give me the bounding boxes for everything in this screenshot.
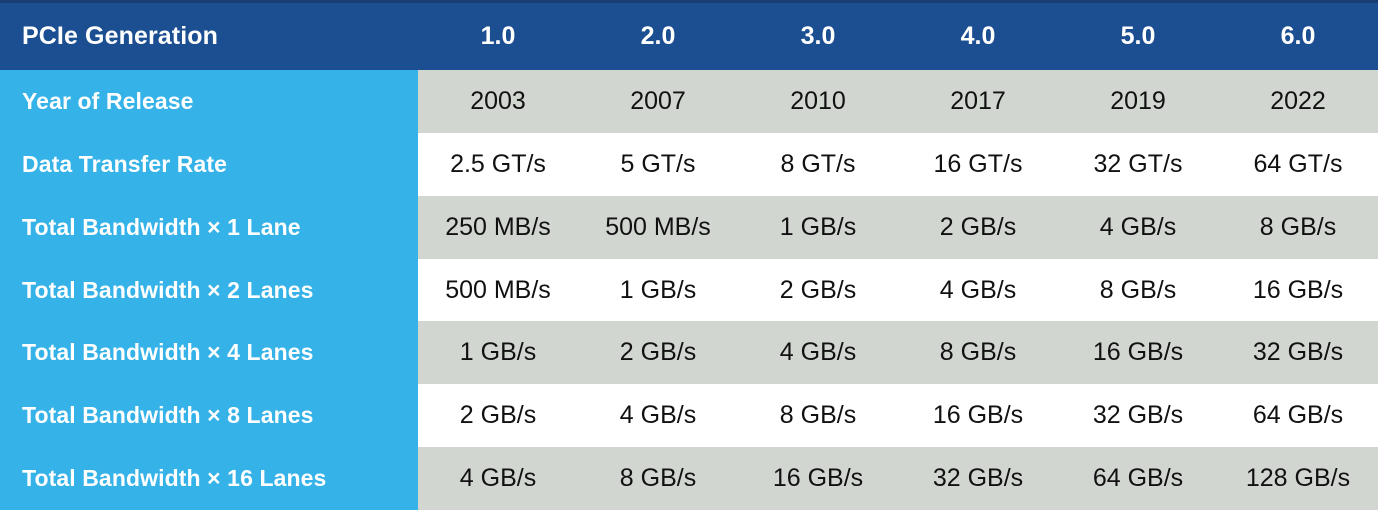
table-row: 1 GB/s 2 GB/s 4 GB/s 8 GB/s 16 GB/s 32 G… xyxy=(418,321,1378,385)
cell-bandwidth-2-lanes-gen-6: 16 GB/s xyxy=(1252,275,1344,304)
cell-bandwidth-8-lanes-gen-6: 64 GB/s xyxy=(1252,401,1344,430)
cell-data-transfer-rate-gen-5: 32 GT/s xyxy=(1093,149,1183,178)
cell-bandwidth-2-lanes-gen-5: 8 GB/s xyxy=(1099,275,1177,304)
cell-data-transfer-rate-gen-2: 5 GT/s xyxy=(620,149,696,178)
table-body: 2003 2007 2010 2017 2019 2022 2.5 GT/s 5… xyxy=(418,70,1378,510)
cell-year-of-release-gen-5: 2019 xyxy=(1110,86,1166,115)
cell-bandwidth-4-lanes-gen-4: 8 GB/s xyxy=(939,338,1017,367)
cell-data-transfer-rate-gen-6: 64 GT/s xyxy=(1253,149,1343,178)
table-row: 2.5 GT/s 5 GT/s 8 GT/s 16 GT/s 32 GT/s 6… xyxy=(418,132,1378,196)
column-header-gen-4: 4.0 xyxy=(960,22,996,50)
cell-bandwidth-16-lanes-gen-4: 32 GB/s xyxy=(932,464,1024,493)
cell-bandwidth-16-lanes-gen-3: 16 GB/s xyxy=(772,464,864,493)
cell-bandwidth-1-lane-gen-4: 2 GB/s xyxy=(939,212,1017,241)
row-label-year-of-release: Year of Release xyxy=(22,87,194,114)
table-row: 2 GB/s 4 GB/s 8 GB/s 16 GB/s 32 GB/s 64 … xyxy=(418,384,1378,448)
cell-bandwidth-2-lanes-gen-2: 1 GB/s xyxy=(619,275,697,304)
cell-bandwidth-4-lanes-gen-3: 4 GB/s xyxy=(779,338,857,367)
row-label-bandwidth-1-lane: Total Bandwidth × 1 Lane xyxy=(22,213,301,240)
cell-bandwidth-16-lanes-gen-1: 4 GB/s xyxy=(459,464,537,493)
column-header-gen-5: 5.0 xyxy=(1120,22,1156,50)
cell-bandwidth-2-lanes-gen-3: 2 GB/s xyxy=(779,275,857,304)
row-label-bandwidth-16-lanes: Total Bandwidth × 16 Lanes xyxy=(22,465,327,492)
cell-bandwidth-8-lanes-gen-4: 16 GB/s xyxy=(932,401,1024,430)
row-label-bandwidth-4-lanes: Total Bandwidth × 4 Lanes xyxy=(22,339,314,366)
cell-bandwidth-8-lanes-gen-1: 2 GB/s xyxy=(459,401,537,430)
cell-data-transfer-rate-gen-4: 16 GT/s xyxy=(933,149,1023,178)
row-label-column: Year of Release Data Transfer Rate Total… xyxy=(0,70,418,510)
table-row: 500 MB/s 1 GB/s 2 GB/s 4 GB/s 8 GB/s 16 … xyxy=(418,258,1378,322)
cell-bandwidth-4-lanes-gen-5: 16 GB/s xyxy=(1092,338,1184,367)
table-header-row: PCIe Generation 1.0 2.0 3.0 4.0 5.0 6.0 xyxy=(0,0,1378,70)
pcie-generation-table: PCIe Generation 1.0 2.0 3.0 4.0 5.0 6.0 … xyxy=(0,0,1378,510)
cell-data-transfer-rate-gen-1: 2.5 GT/s xyxy=(450,149,546,178)
table-row: 2003 2007 2010 2017 2019 2022 xyxy=(418,70,1378,133)
cell-bandwidth-16-lanes-gen-2: 8 GB/s xyxy=(619,464,697,493)
cell-bandwidth-1-lane-gen-3: 1 GB/s xyxy=(779,212,857,241)
cell-bandwidth-8-lanes-gen-2: 4 GB/s xyxy=(619,401,697,430)
row-label-bandwidth-8-lanes: Total Bandwidth × 8 Lanes xyxy=(22,402,314,429)
cell-bandwidth-1-lane-gen-2: 500 MB/s xyxy=(605,212,711,241)
table-row: 4 GB/s 8 GB/s 16 GB/s 32 GB/s 64 GB/s 12… xyxy=(418,447,1378,510)
cell-bandwidth-1-lane-gen-1: 250 MB/s xyxy=(445,212,551,241)
cell-bandwidth-4-lanes-gen-2: 2 GB/s xyxy=(619,338,697,367)
row-label-data-transfer-rate: Data Transfer Rate xyxy=(22,150,228,177)
column-header-gen-6: 6.0 xyxy=(1280,22,1316,50)
cell-year-of-release-gen-2: 2007 xyxy=(630,86,686,115)
cell-bandwidth-16-lanes-gen-5: 64 GB/s xyxy=(1092,464,1184,493)
cell-year-of-release-gen-1: 2003 xyxy=(470,86,526,115)
header-column-cells: 1.0 2.0 3.0 4.0 5.0 6.0 xyxy=(418,22,1378,51)
column-header-gen-3: 3.0 xyxy=(800,22,836,50)
row-label-bandwidth-2-lanes: Total Bandwidth × 2 Lanes xyxy=(22,276,314,303)
cell-bandwidth-8-lanes-gen-3: 8 GB/s xyxy=(779,401,857,430)
cell-year-of-release-gen-4: 2017 xyxy=(950,86,1006,115)
cell-bandwidth-2-lanes-gen-1: 500 MB/s xyxy=(445,275,551,304)
cell-year-of-release-gen-3: 2010 xyxy=(790,86,846,115)
table-row: 250 MB/s 500 MB/s 1 GB/s 2 GB/s 4 GB/s 8… xyxy=(418,195,1378,259)
cell-year-of-release-gen-6: 2022 xyxy=(1270,86,1326,115)
cell-bandwidth-1-lane-gen-6: 8 GB/s xyxy=(1259,212,1337,241)
cell-bandwidth-4-lanes-gen-6: 32 GB/s xyxy=(1252,338,1344,367)
cell-bandwidth-1-lane-gen-5: 4 GB/s xyxy=(1099,212,1177,241)
cell-data-transfer-rate-gen-3: 8 GT/s xyxy=(780,149,856,178)
cell-bandwidth-2-lanes-gen-4: 4 GB/s xyxy=(939,275,1017,304)
cell-bandwidth-4-lanes-gen-1: 1 GB/s xyxy=(459,338,537,367)
cell-bandwidth-16-lanes-gen-6: 128 GB/s xyxy=(1245,464,1351,493)
column-header-gen-2: 2.0 xyxy=(640,22,676,50)
header-row-label: PCIe Generation xyxy=(22,22,218,50)
column-header-gen-1: 1.0 xyxy=(480,22,516,50)
cell-bandwidth-8-lanes-gen-5: 32 GB/s xyxy=(1092,401,1184,430)
